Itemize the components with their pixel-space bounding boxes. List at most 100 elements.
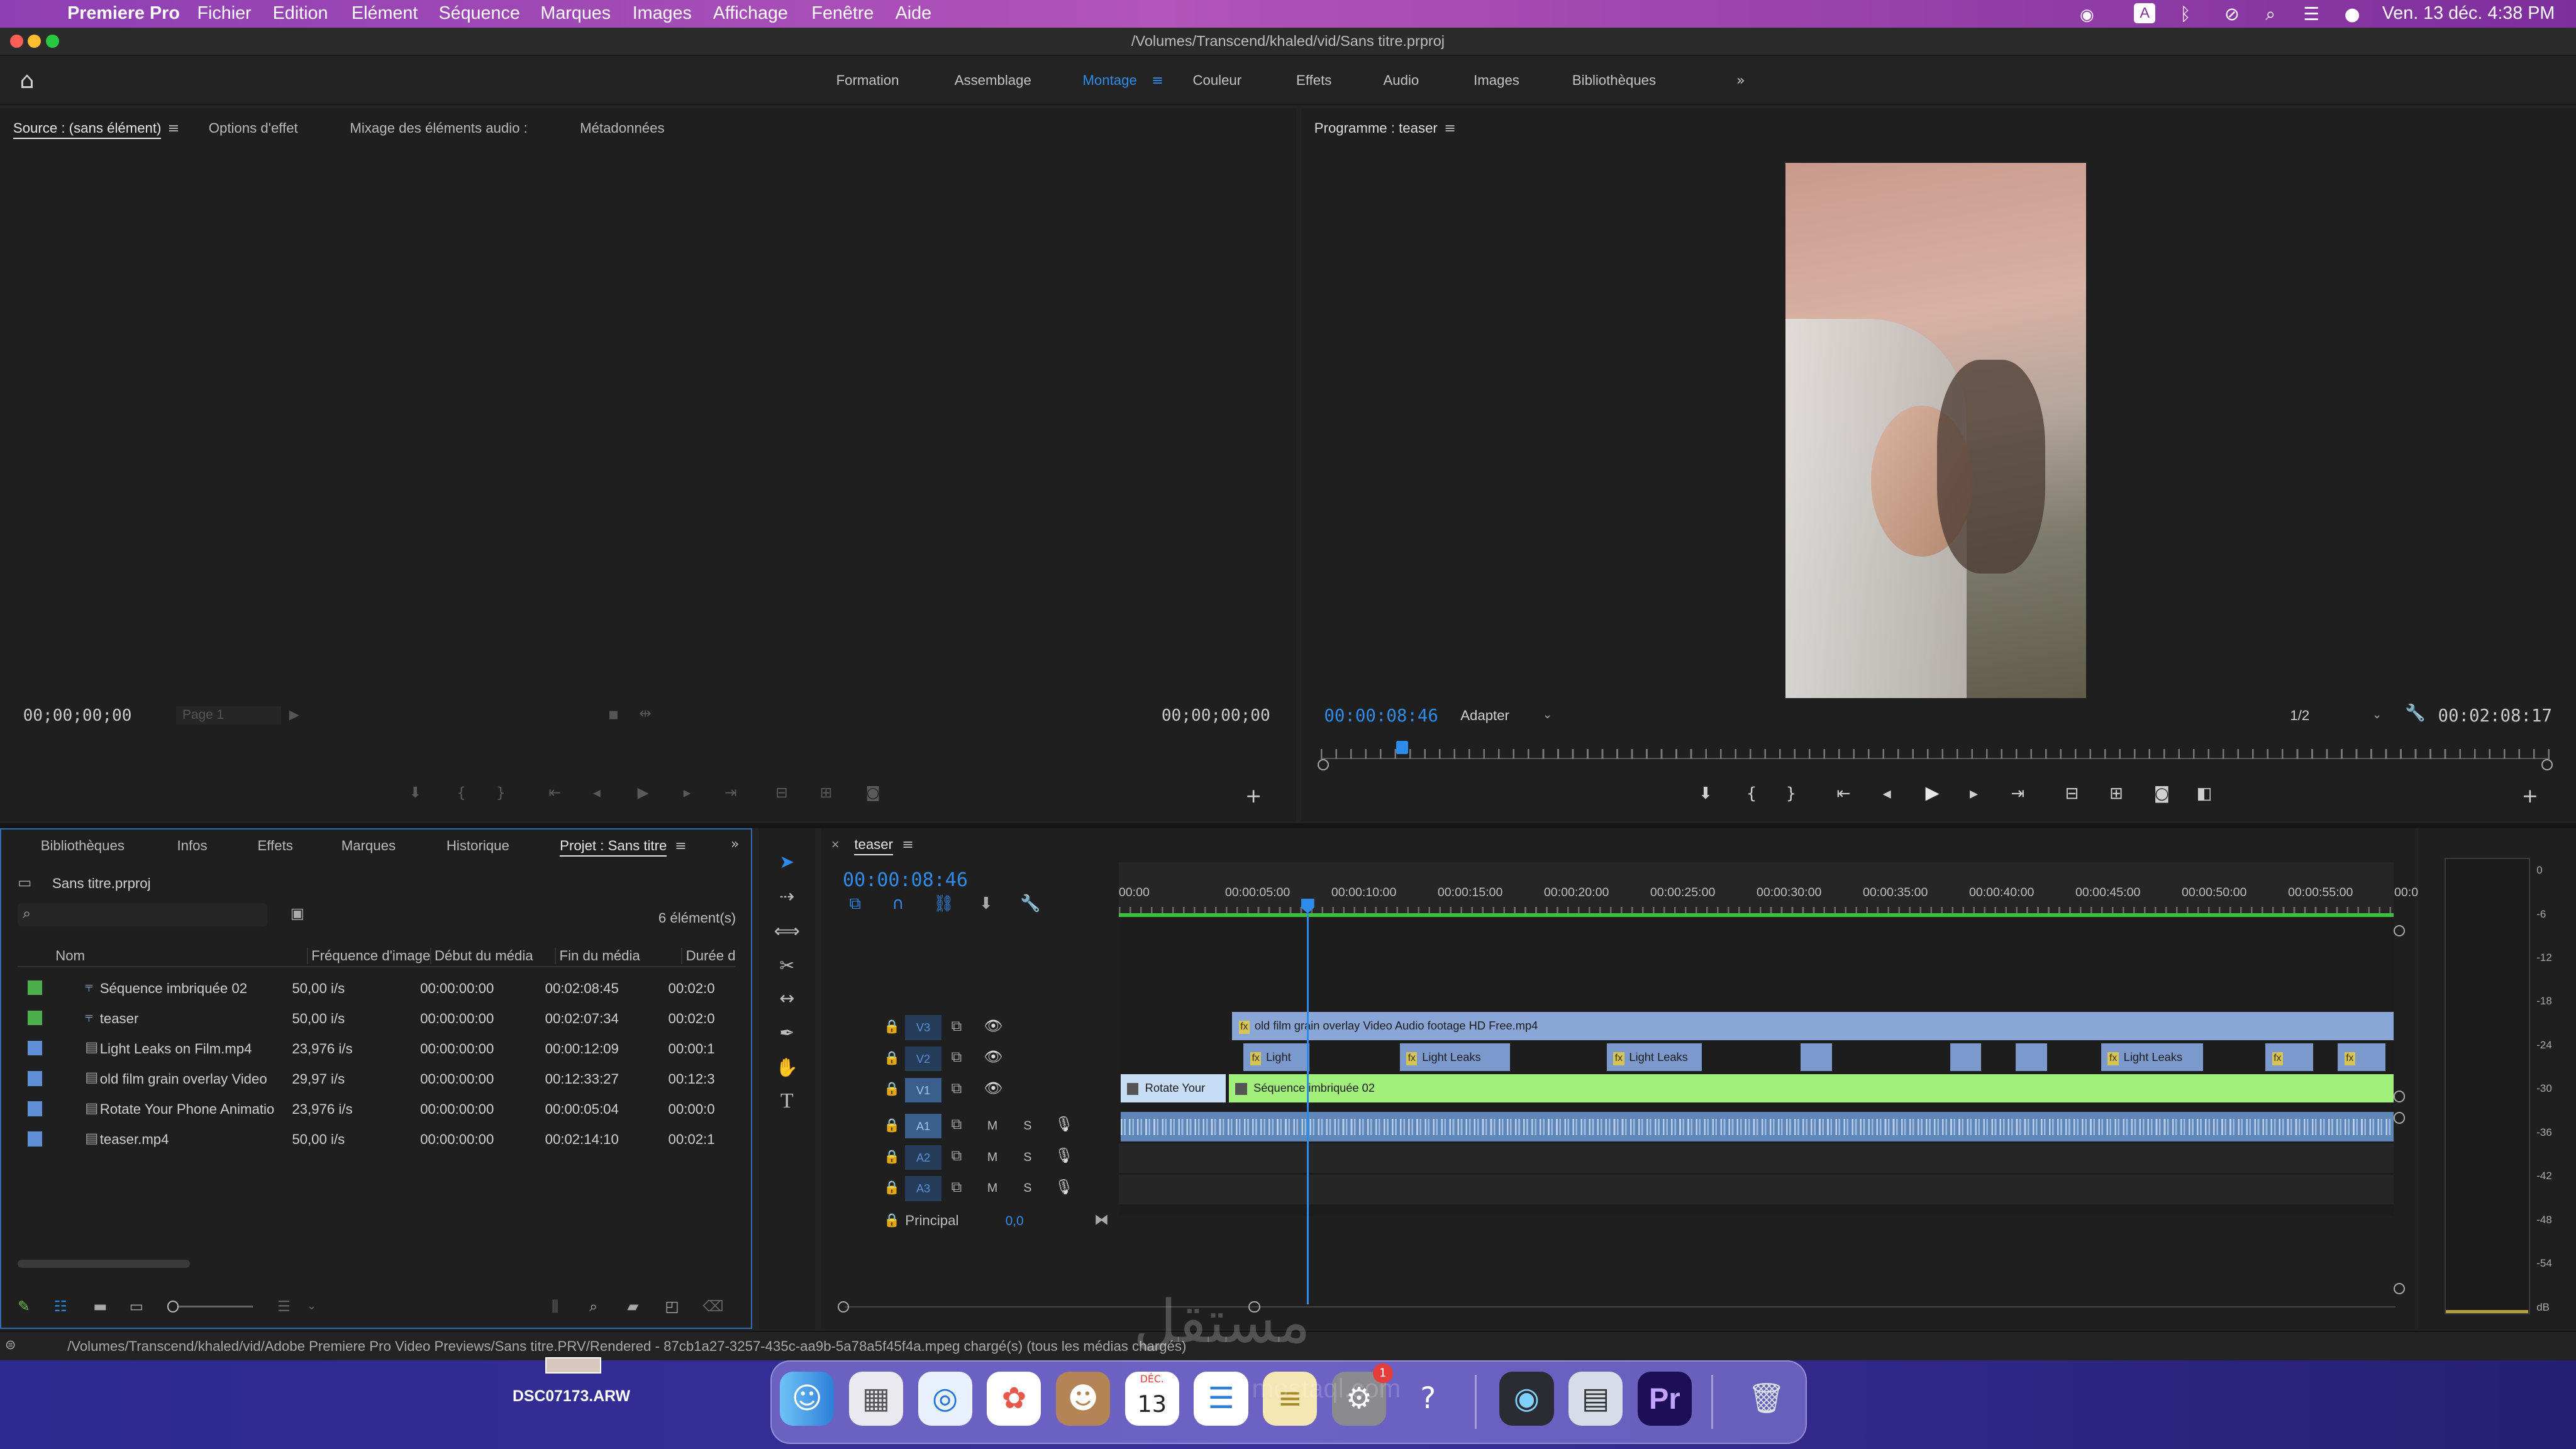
clip-v2-small-4[interactable]: fx: [2265, 1043, 2313, 1072]
snap-magnet-icon[interactable]: ∩: [892, 896, 904, 912]
source-step-back-icon[interactable]: ◂: [593, 785, 601, 801]
safari-icon[interactable]: ◎: [918, 1371, 972, 1426]
panel-divider[interactable]: [0, 823, 2576, 828]
lift-icon[interactable]: ⊟: [2065, 786, 2079, 802]
v2-target[interactable]: V2: [905, 1046, 941, 1072]
tab-marques[interactable]: Marques: [341, 838, 396, 854]
timeline-marker-icon[interactable]: ⬇: [979, 896, 993, 912]
mark-in-icon[interactable]: {: [1746, 786, 1757, 802]
label-color-swatch[interactable]: [27, 1101, 43, 1116]
workspace-couleur[interactable]: Couleur: [1192, 72, 1241, 89]
source-timecode[interactable]: 00;00;00;00: [23, 706, 132, 725]
workspace-effets[interactable]: Effets: [1296, 72, 1331, 89]
quicktime-icon[interactable]: ◉: [1499, 1371, 1554, 1426]
hand-tool-icon[interactable]: ✋: [772, 1057, 802, 1083]
zoom-slider-handle[interactable]: [167, 1301, 179, 1313]
selection-tool-icon[interactable]: ➤: [772, 851, 802, 877]
wrench-settings-icon[interactable]: 🔧: [2405, 705, 2426, 721]
clip-v2-light-leaks-1[interactable]: fx Light: [1243, 1043, 1309, 1072]
tab-historique[interactable]: Historique: [447, 838, 509, 854]
menu-fichier[interactable]: Fichier: [197, 3, 251, 24]
home-icon[interactable]: ⌂: [19, 69, 34, 92]
tab-source[interactable]: Source : (sans élément): [13, 120, 162, 140]
preview-icon[interactable]: ▤: [1568, 1371, 1623, 1426]
project-row[interactable]: ⫧ Séquence imbriquée 02 50,00 i/s 00:00:00:…: [18, 974, 736, 1003]
fit-select[interactable]: Adapter: [1457, 705, 1556, 726]
v1-lock-icon[interactable]: 🔒: [884, 1082, 900, 1096]
timeline-timecode[interactable]: 00:00:08:46: [843, 869, 968, 891]
track-select-tool-icon[interactable]: ⇢: [772, 886, 802, 912]
v1-eye-icon[interactable]: 👁: [984, 1080, 1003, 1096]
resolution-chevron-down-icon[interactable]: ⌄: [2372, 709, 2382, 721]
more-panels-icon[interactable]: »: [731, 836, 740, 852]
slip-tool-icon[interactable]: ↔: [772, 987, 802, 1014]
program-title[interactable]: Programme : teaser: [1314, 120, 1438, 136]
col-duree[interactable]: Durée d: [681, 947, 736, 964]
program-timecode[interactable]: 00:00:08:46: [1324, 706, 1438, 726]
wifi-off-icon[interactable]: ⊘: [2224, 3, 2240, 25]
master-volume[interactable]: 0,0: [1006, 1214, 1024, 1229]
project-horizontal-scrollbar[interactable]: [18, 1259, 191, 1268]
v3-eye-icon[interactable]: 👁: [984, 1018, 1003, 1034]
a2-mic-icon[interactable]: 🎙: [1055, 1148, 1074, 1163]
icon-view-icon[interactable]: ▬: [93, 1299, 107, 1314]
workspace-montage[interactable]: Montage: [1082, 72, 1136, 89]
source-export-frame-icon[interactable]: ◙: [866, 785, 880, 801]
fit-chevron-down-icon[interactable]: ⌄: [1543, 709, 1552, 721]
menubar-clock[interactable]: Ven. 13 déc. 4:38 PM: [2382, 3, 2555, 24]
a3-solo[interactable]: S: [1023, 1181, 1031, 1196]
list-view-icon[interactable]: ☷: [54, 1299, 67, 1314]
program-panel-menu-icon[interactable]: ≡: [1444, 120, 1456, 136]
zoom-handle-right[interactable]: [2541, 758, 2553, 771]
timeline-vscroll-mid-handle[interactable]: [2393, 1091, 2406, 1102]
workspace-audio[interactable]: Audio: [1383, 72, 1419, 89]
play-icon[interactable]: ▶: [1925, 784, 1939, 802]
source-add-button-icon[interactable]: +: [1245, 787, 1262, 806]
program-video-frame[interactable]: [1785, 162, 2087, 699]
desktop-file-thumbnail[interactable]: [545, 1357, 602, 1374]
timeline-hscroll[interactable]: [844, 1306, 2396, 1308]
settings-small-icon[interactable]: ▪: [608, 706, 619, 723]
timeline-menu-icon[interactable]: ≡: [902, 836, 914, 853]
extract-icon[interactable]: ⊞: [2109, 786, 2123, 802]
sort-icon[interactable]: ☰: [277, 1299, 291, 1314]
a1-sync-icon[interactable]: ⧉: [951, 1117, 962, 1132]
clear-icon[interactable]: ⌫: [702, 1299, 723, 1314]
clip-v3-old-film-grain[interactable]: fx old film grain overlay Video Audio foo…: [1232, 1012, 2394, 1040]
zoom-slider[interactable]: [167, 1301, 253, 1313]
program-scrub-bar[interactable]: [1321, 736, 2550, 759]
col-nom[interactable]: Nom: [55, 948, 85, 964]
tab-infos[interactable]: Infos: [177, 838, 208, 854]
tab-metadata[interactable]: Métadonnées: [580, 120, 664, 136]
tab-timeline-teaser[interactable]: teaser: [854, 836, 893, 856]
clip-v2-small-5[interactable]: fx: [2338, 1043, 2385, 1072]
new-item-icon[interactable]: ◰: [665, 1299, 679, 1314]
step-forward-icon[interactable]: ▸: [1970, 786, 1978, 802]
freeform-view-icon[interactable]: ▭: [130, 1299, 143, 1314]
a2-track-lane[interactable]: [1118, 1143, 2394, 1174]
clip-v2-small-1[interactable]: [1800, 1043, 1832, 1072]
input-source-icon[interactable]: A: [2134, 3, 2156, 23]
source-insert-icon[interactable]: ⊟: [775, 785, 788, 801]
v1-sync-icon[interactable]: ⧉: [951, 1080, 962, 1096]
go-to-in-icon[interactable]: ⇤: [1836, 786, 1850, 802]
tab-audio-mixer[interactable]: Mixage des éléments audio :: [350, 120, 527, 136]
new-bin-icon[interactable]: ▰: [627, 1299, 638, 1314]
source-play-icon[interactable]: ▶: [638, 785, 649, 801]
a2-sync-icon[interactable]: ⧉: [951, 1148, 962, 1163]
clip-a1-audio[interactable]: [1120, 1112, 2394, 1142]
go-to-out-icon[interactable]: ⇥: [2011, 786, 2024, 802]
timeline-vscroll-bottom-handle[interactable]: [2393, 1283, 2406, 1295]
col-fin[interactable]: Fin du média: [555, 947, 640, 964]
a3-mute[interactable]: M: [987, 1181, 997, 1196]
label-color-swatch[interactable]: [27, 1010, 43, 1026]
razor-tool-icon[interactable]: ✂: [772, 955, 802, 981]
a3-track-lane[interactable]: [1118, 1174, 2394, 1204]
workspace-images[interactable]: Images: [1474, 72, 1519, 89]
a3-target[interactable]: A3: [905, 1176, 941, 1201]
a1-solo[interactable]: S: [1023, 1119, 1031, 1133]
timeline-settings-wrench-icon[interactable]: 🔧: [1020, 896, 1041, 912]
clip-v2-light-leaks-3[interactable]: fx Light Leaks: [1606, 1043, 1702, 1072]
type-tool-icon[interactable]: T: [772, 1089, 802, 1116]
a2-lock-icon[interactable]: 🔒: [884, 1150, 900, 1163]
